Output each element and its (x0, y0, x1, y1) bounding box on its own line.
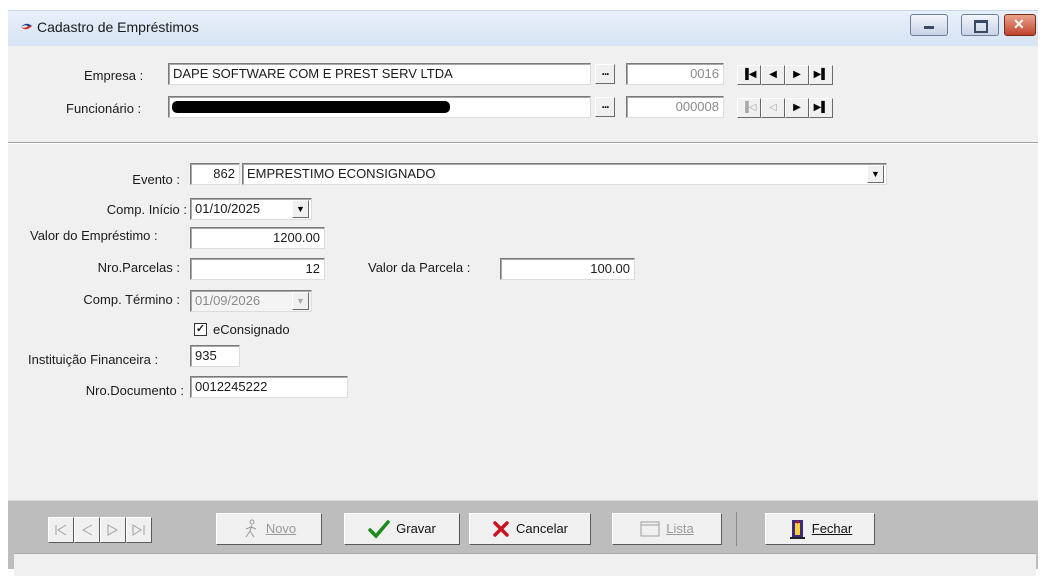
next-icon: ▶ (793, 69, 801, 80)
evento-dropdown-button[interactable]: ▼ (867, 165, 884, 183)
cancelar-button[interactable]: Cancelar (469, 513, 591, 545)
funcionario-lookup-button[interactable]: ... (595, 97, 615, 117)
gravar-label: Gravar (396, 521, 436, 536)
next-icon (107, 524, 119, 536)
close-window-button[interactable]: ✕ (1004, 14, 1036, 36)
maximize-icon (974, 20, 988, 33)
nro-parcelas-label: Nro.Parcelas : (97, 260, 180, 275)
redaction-bar (172, 101, 450, 113)
empresa-field[interactable]: DAPE SOFTWARE COM E PREST SERV LTDA (168, 63, 591, 85)
funcionario-prev-button[interactable]: ◁ (761, 98, 785, 118)
fechar-label: Fechar (811, 521, 853, 536)
comp-inicio-dropdown-button[interactable]: ▼ (292, 200, 309, 218)
prev-icon: ◁ (769, 102, 777, 113)
instituicao-field[interactable]: 935 (190, 345, 240, 367)
first-icon: ▐◀ (741, 69, 757, 80)
empresa-code-field[interactable]: 0016 (626, 63, 724, 85)
nro-parcelas-field[interactable]: 12 (190, 258, 325, 280)
funcionario-next-button[interactable]: ▶ (785, 98, 809, 118)
nav-last-button[interactable] (126, 517, 152, 543)
funcionario-first-button[interactable]: ▐◁ (737, 98, 761, 118)
gravar-button[interactable]: Gravar (344, 513, 460, 545)
evento-code-field[interactable]: 862 (190, 163, 240, 185)
door-exit-icon (789, 520, 805, 539)
empresa-next-button[interactable]: ▶ (785, 65, 809, 85)
first-icon (55, 524, 67, 536)
nav-prev-button[interactable] (74, 517, 100, 543)
cancelar-label: Cancelar (515, 521, 569, 536)
empresa-last-button[interactable]: ▶▌ (809, 65, 833, 85)
fechar-button[interactable]: Fechar (765, 513, 875, 545)
nav-first-button[interactable] (48, 517, 74, 543)
novo-button[interactable]: Novo (216, 513, 322, 545)
lista-button[interactable]: Lista (612, 513, 722, 545)
checkmark-icon: ✓ (195, 323, 206, 335)
funcionario-last-button[interactable]: ▶▌ (809, 98, 833, 118)
last-icon (132, 524, 145, 536)
empresa-label: Empresa : (84, 68, 144, 83)
empresa-first-button[interactable]: ▐◀ (737, 65, 761, 85)
next-icon: ▶ (793, 102, 801, 113)
app-arrow-icon (21, 23, 32, 30)
comp-inicio-label: Comp. Início : (106, 202, 187, 217)
lista-label: Lista (666, 521, 694, 536)
nro-documento-label: Nro.Documento : (85, 383, 184, 398)
funcionario-label: Funcionário : (66, 101, 142, 116)
chevron-down-icon: ▼ (871, 169, 880, 179)
comp-termino-label: Comp. Término : (83, 292, 180, 307)
valor-parcela-field[interactable]: 100.00 (500, 258, 635, 280)
valor-emprestimo-field[interactable]: 1200.00 (190, 227, 325, 249)
toolbar-separator (736, 512, 737, 546)
comp-termino-dropdown-button[interactable]: ▼ (292, 292, 309, 310)
evento-label: Evento : (132, 172, 180, 187)
minimize-button[interactable] (910, 14, 948, 36)
checkmark-icon (368, 520, 390, 539)
status-bar (14, 553, 1036, 576)
form-panel (8, 144, 1038, 500)
empresa-lookup-button[interactable]: ... (595, 64, 615, 84)
minimize-icon (924, 26, 934, 29)
nro-documento-field[interactable]: 0012245222 (190, 376, 348, 398)
maximize-button[interactable] (961, 14, 999, 36)
instituicao-label: Instituição Financeira : (28, 352, 159, 367)
valor-parcela-label: Valor da Parcela : (368, 260, 471, 275)
prev-icon: ◀ (769, 69, 777, 80)
chevron-down-icon: ▼ (296, 296, 305, 306)
novo-label: Novo (265, 521, 297, 536)
prev-icon (81, 524, 93, 536)
first-icon: ▐◁ (741, 102, 757, 113)
nav-next-button[interactable] (100, 517, 126, 543)
walking-person-icon (245, 519, 256, 538)
empresa-prev-button[interactable]: ◀ (761, 65, 785, 85)
evento-select[interactable]: EMPRESTIMO ECONSIGNADO (242, 163, 887, 185)
close-icon: ✕ (1013, 16, 1025, 32)
header-panel (8, 46, 1038, 142)
last-icon: ▶▌ (813, 69, 829, 80)
x-icon (493, 521, 509, 537)
econsignado-checkbox[interactable]: ✓ (194, 323, 207, 336)
econsignado-label: eConsignado (213, 322, 290, 337)
chevron-down-icon: ▼ (296, 204, 305, 214)
list-window-icon (640, 521, 660, 537)
last-icon: ▶▌ (813, 102, 829, 113)
funcionario-code-field[interactable]: 000008 (626, 96, 724, 118)
window-title: Cadastro de Empréstimos (37, 19, 199, 35)
valor-emprestimo-label: Valor do Empréstimo : (30, 228, 158, 243)
